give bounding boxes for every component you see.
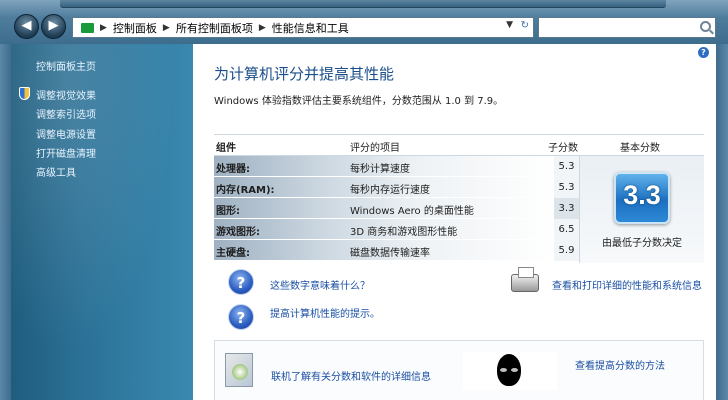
alien-logo-icon [463, 352, 557, 390]
row-component: 图形: [216, 206, 240, 217]
chevron-right-icon[interactable]: ▶ [259, 23, 266, 33]
sidebar-item-visual-effects[interactable]: 调整视觉效果 [36, 87, 96, 102]
breadcrumb-performance[interactable]: 性能信息和工具 [272, 20, 349, 36]
link-score-meaning[interactable]: 这些数字意味着什么？ [270, 277, 370, 292]
address-bar[interactable]: ▶ 控制面板 ▶ 所有控制面板项 ▶ 性能信息和工具 ▼ ↻ [72, 17, 534, 38]
table-row: 主硬盘: 磁盘数据传输速率 5.9 [214, 240, 579, 261]
forward-arrow-icon[interactable]: ▶ [41, 14, 66, 39]
base-score-value: 3.3 [623, 180, 661, 210]
window-frame: ◀ ▶ ▶ 控制面板 ▶ 所有控制面板项 ▶ 性能信息和工具 ▼ ↻ [0, 0, 728, 44]
row-score: 6.5 [554, 219, 579, 240]
table-row: 处理器: 每秒计算速度 5.3 [214, 156, 579, 177]
row-component: 内存(RAM): [216, 185, 275, 196]
help-icon[interactable]: ? [698, 47, 709, 58]
row-score: 5.3 [554, 156, 579, 177]
row-item: Windows Aero 的桌面性能 [350, 206, 474, 217]
column-header-subscore: 子分数 [548, 143, 578, 154]
sidebar-item-advanced-tools[interactable]: 高级工具 [36, 164, 76, 179]
row-item: 磁盘数据传输速率 [350, 248, 430, 259]
row-score: 5.9 [554, 240, 579, 261]
row-component: 处理器: [216, 164, 250, 175]
column-header-item: 评分的项目 [350, 143, 400, 154]
column-header-component: 组件 [216, 143, 236, 154]
sidebar-item-power[interactable]: 调整电源设置 [36, 126, 96, 141]
page-subtitle: Windows 体验指数评估主要系统组件，分数范围从 1.0 到 7.9。 [214, 96, 504, 107]
search-icon[interactable] [700, 21, 711, 32]
search-input[interactable] [538, 17, 716, 38]
row-item: 3D 商务和游戏图形性能 [350, 227, 458, 238]
more-info-box: 联机了解有关分数和软件的详细信息 查看提高分数的方法 [214, 340, 704, 400]
sidebar-item-home[interactable]: 控制面板主页 [36, 58, 96, 73]
chevron-down-icon[interactable]: ▼ [506, 20, 513, 30]
folder-icon [81, 22, 94, 33]
base-score-caption: 由最低子分数决定 [602, 238, 682, 249]
link-print-details[interactable]: 查看和打印详细的性能和系统信息 [552, 277, 702, 292]
sidebar-item-indexing[interactable]: 调整索引选项 [36, 106, 96, 121]
base-score-badge: 3.3 [614, 172, 670, 224]
chevron-right-icon[interactable]: ▶ [100, 23, 107, 33]
window-border-left [0, 44, 11, 400]
refresh-icon[interactable]: ↻ [521, 20, 529, 31]
row-component: 游戏图形: [216, 227, 260, 238]
link-learn-more[interactable]: 联机了解有关分数和软件的详细信息 [271, 368, 431, 383]
row-item: 每秒内存运行速度 [350, 185, 430, 196]
base-score-panel: 3.3 由最低子分数决定 [579, 156, 704, 263]
title-bar [60, 0, 666, 8]
back-arrow-icon[interactable]: ◀ [14, 14, 39, 39]
row-item: 每秒计算速度 [350, 164, 410, 175]
table-header: 组件 评分的项目 子分数 基本分数 [214, 134, 704, 156]
question-icon[interactable]: ? [228, 304, 254, 330]
sidebar: 控制面板主页 调整视觉效果 调整索引选项 调整电源设置 打开磁盘清理 高级工具 [11, 44, 193, 400]
table-row: 内存(RAM): 每秒内存运行速度 5.3 [214, 177, 579, 198]
row-score: 5.3 [554, 177, 579, 198]
column-header-base-score: 基本分数 [620, 143, 660, 154]
question-icon[interactable]: ? [228, 269, 254, 295]
printer-icon[interactable] [511, 267, 539, 292]
shield-icon [19, 87, 30, 100]
software-icon [225, 353, 253, 387]
chevron-right-icon[interactable]: ▶ [163, 23, 170, 33]
main-panel: ? 为计算机评分并提高其性能 Windows 体验指数评估主要系统组件，分数范围… [193, 44, 716, 400]
link-raise-score[interactable]: 查看提高分数的方法 [575, 357, 665, 372]
breadcrumb-all-items[interactable]: 所有控制面板项 [176, 20, 253, 36]
sidebar-item-disk-cleanup[interactable]: 打开磁盘清理 [36, 145, 96, 160]
breadcrumb-control-panel[interactable]: 控制面板 [113, 20, 157, 36]
window-border-right [716, 44, 728, 400]
table-row: 图形: Windows Aero 的桌面性能 3.3 [214, 198, 579, 219]
row-component: 主硬盘: [216, 248, 250, 259]
row-score: 3.3 [554, 198, 579, 219]
table-row: 游戏图形: 3D 商务和游戏图形性能 6.5 [214, 219, 579, 240]
page-title: 为计算机评分并提高其性能 [214, 65, 395, 83]
link-performance-tips[interactable]: 提高计算机性能的提示。 [270, 305, 380, 320]
